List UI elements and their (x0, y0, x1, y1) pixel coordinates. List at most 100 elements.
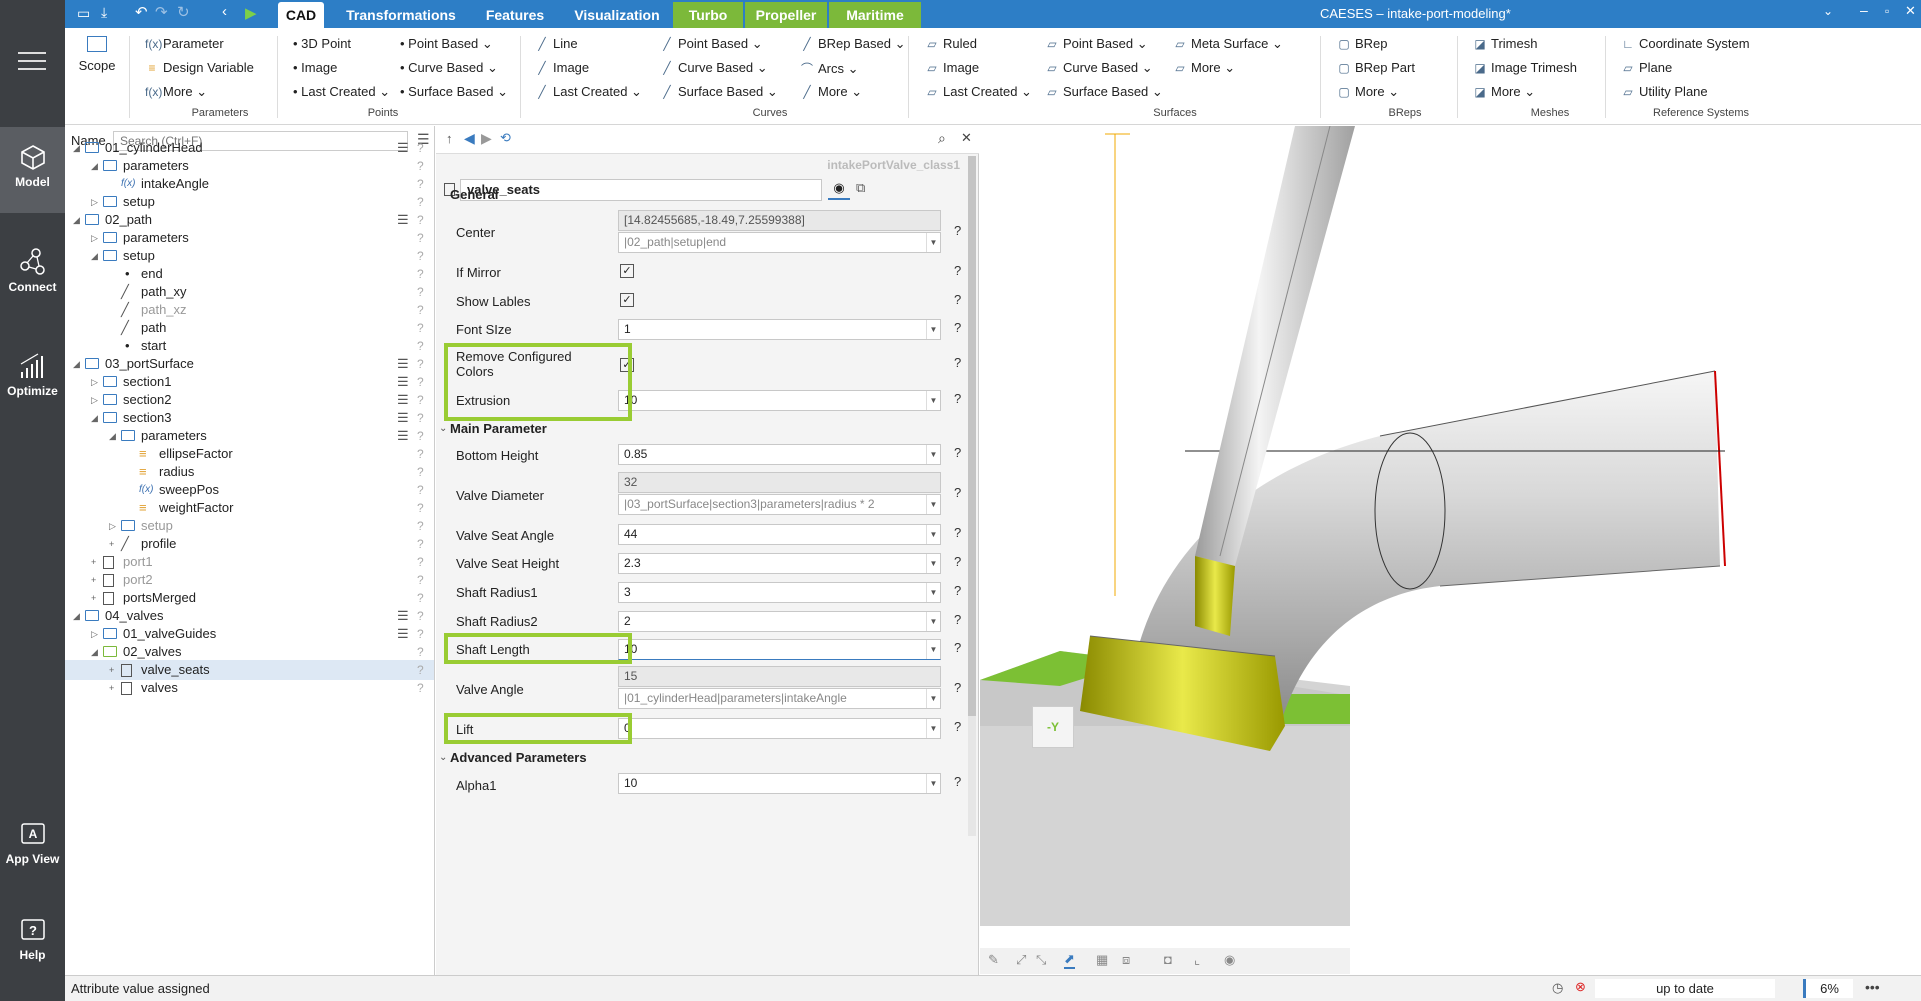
curve-surface-based-button[interactable]: ╱ Surface Based ⌄ (660, 84, 777, 100)
expanded-icon[interactable]: ◢ (73, 210, 80, 230)
curve-point-based-button[interactable]: ╱ Point Based ⌄ (660, 36, 762, 52)
shaft-radius1-field[interactable]: 3 ▼ (618, 582, 941, 603)
curve-last-created-button[interactable]: ╱ Last Created ⌄ (535, 84, 642, 100)
show-labels-checkbox[interactable]: ✓ (620, 293, 634, 307)
shaft-length-field[interactable]: 10 ▼ (618, 639, 941, 660)
tree-row[interactable]: ╱ path_xy? (65, 282, 434, 302)
help-question[interactable]: ? (417, 408, 424, 428)
nav-app-view[interactable]: A App View (0, 822, 65, 866)
tree-row[interactable]: + valve_seats? (65, 660, 434, 680)
chevron-down-icon[interactable]: ▼ (926, 774, 940, 793)
help-question[interactable]: ? (417, 282, 424, 302)
surface-image-button[interactable]: ▱ Image (925, 60, 979, 75)
tree-row[interactable]: + portsMerged? (65, 588, 434, 608)
tree-row[interactable]: ◢ 01_cylinderHead ☰? (65, 138, 434, 158)
plane-button[interactable]: ▱ Plane (1621, 60, 1672, 75)
plus-icon[interactable]: + (109, 678, 114, 698)
help-question[interactable]: ? (954, 583, 961, 598)
camera-icon[interactable]: ◘ (1164, 952, 1172, 967)
help-question[interactable]: ? (417, 462, 424, 482)
extrusion-field[interactable]: 10 ▼ (618, 390, 941, 411)
help-question[interactable]: ? (417, 390, 424, 410)
nav-help[interactable]: ? Help (0, 918, 65, 962)
help-question[interactable]: ? (954, 355, 961, 370)
help-question[interactable]: ? (954, 640, 961, 655)
view-cube[interactable]: -Y (1032, 706, 1074, 748)
collapse-advanced-icon[interactable]: ⌄ (439, 752, 447, 763)
more-icon[interactable]: ••• (1865, 979, 1880, 995)
help-question[interactable]: ? (954, 680, 961, 695)
tab-turbo[interactable]: Turbo (673, 2, 743, 28)
valve-angle-ref-field[interactable]: |01_cylinderHead|parameters|intakeAngle ▼ (618, 688, 941, 709)
filter-icon[interactable]: ☰ (397, 372, 409, 392)
tree-row[interactable]: ▷ section2 ☰? (65, 390, 434, 410)
filter-icon[interactable]: ☰ (397, 210, 409, 230)
filter-icon[interactable]: ☰ (397, 354, 409, 374)
collapse-main-icon[interactable]: ⌄ (439, 423, 447, 434)
plus-icon[interactable]: + (91, 588, 96, 608)
filter-icon[interactable]: ☰ (397, 426, 409, 446)
chevron-down-icon[interactable]: ▼ (926, 689, 940, 708)
tab-propeller[interactable]: Propeller (745, 2, 827, 28)
nav-connect[interactable]: Connect (0, 246, 65, 294)
curve-curve-based-button[interactable]: ╱ Curve Based ⌄ (660, 60, 767, 76)
section-general[interactable]: General (450, 187, 498, 202)
tree-row[interactable]: • end? (65, 264, 434, 284)
filter-icon[interactable]: ☰ (397, 624, 409, 644)
ruled-button[interactable]: ▱ Ruled (925, 36, 977, 51)
help-question[interactable]: ? (954, 445, 961, 460)
tree-row[interactable]: + port1? (65, 552, 434, 572)
dropdown-icon[interactable]: ⌄ (1823, 4, 1833, 18)
point-last-created-button[interactable]: • Last Created ⌄ (293, 84, 390, 100)
filter-icon[interactable]: ☰ (397, 390, 409, 410)
help-question[interactable]: ? (417, 192, 424, 212)
help-question[interactable]: ? (954, 554, 961, 569)
chevron-down-icon[interactable]: ▼ (926, 583, 940, 602)
surface-last-created-button[interactable]: ▱ Last Created ⌄ (925, 84, 1032, 100)
scope-button[interactable]: Scope (77, 36, 117, 73)
stop-icon[interactable]: ⊗ (1575, 979, 1586, 995)
axes-icon[interactable]: ⌞ (1194, 952, 1200, 968)
trimesh-button[interactable]: ◪ Trimesh (1473, 36, 1537, 51)
visibility-icon[interactable]: ◉ (828, 180, 850, 200)
filter-icon[interactable]: ☰ (397, 606, 409, 626)
refresh-icon[interactable]: ↻ (177, 3, 190, 21)
chevron-down-icon[interactable]: ▼ (926, 320, 940, 339)
help-question[interactable]: ? (417, 174, 424, 194)
help-question[interactable]: ? (417, 336, 424, 356)
undo-icon[interactable]: ↶ (135, 3, 148, 21)
help-question[interactable]: ? (417, 678, 424, 698)
tree-row[interactable]: f(x) sweepPos? (65, 480, 434, 500)
plus-icon[interactable]: + (109, 534, 114, 554)
point-image-button[interactable]: • Image (293, 60, 337, 75)
eye-icon[interactable]: ◉ (1224, 952, 1235, 968)
help-question[interactable]: ? (417, 300, 424, 320)
collapsed-icon[interactable]: ▷ (91, 390, 98, 410)
3d-viewport[interactable]: -Y ✎ ⤢ ⤡ ⬈ ▦ ⧈ ◘ ⌞ ◉ (980, 126, 1921, 975)
help-question[interactable]: ? (954, 223, 961, 238)
minimize-icon[interactable]: – (1860, 2, 1868, 18)
plus-icon[interactable]: + (91, 552, 96, 572)
chevron-down-icon[interactable]: ▼ (926, 719, 940, 738)
help-question[interactable]: ? (954, 320, 961, 335)
nav-optimize[interactable]: Optimize (0, 352, 65, 398)
collapsed-icon[interactable]: ▷ (91, 372, 98, 392)
open-icon[interactable]: ▭ (77, 5, 90, 22)
chevron-down-icon[interactable]: ▼ (926, 612, 940, 631)
close-icon[interactable]: ✕ (1905, 3, 1916, 19)
tree-row[interactable]: ▷ section1 ☰? (65, 372, 434, 392)
tree-row[interactable]: • start? (65, 336, 434, 356)
filter-icon[interactable]: ☰ (397, 408, 409, 428)
help-question[interactable]: ? (954, 525, 961, 540)
pin-icon[interactable]: ↑ (446, 131, 453, 146)
tree-row[interactable]: ≡ weightFactor? (65, 498, 434, 518)
tab-visualization[interactable]: Visualization (561, 2, 673, 28)
back-icon[interactable]: ‹ (222, 3, 227, 20)
help-question[interactable]: ? (954, 391, 961, 406)
help-question[interactable]: ? (417, 426, 424, 446)
help-question[interactable]: ? (417, 318, 424, 338)
collapsed-icon[interactable]: ▷ (109, 516, 116, 536)
help-question[interactable]: ? (417, 138, 424, 158)
expanded-icon[interactable]: ◢ (109, 426, 116, 446)
tree-row[interactable]: ▷ setup? (65, 516, 434, 536)
